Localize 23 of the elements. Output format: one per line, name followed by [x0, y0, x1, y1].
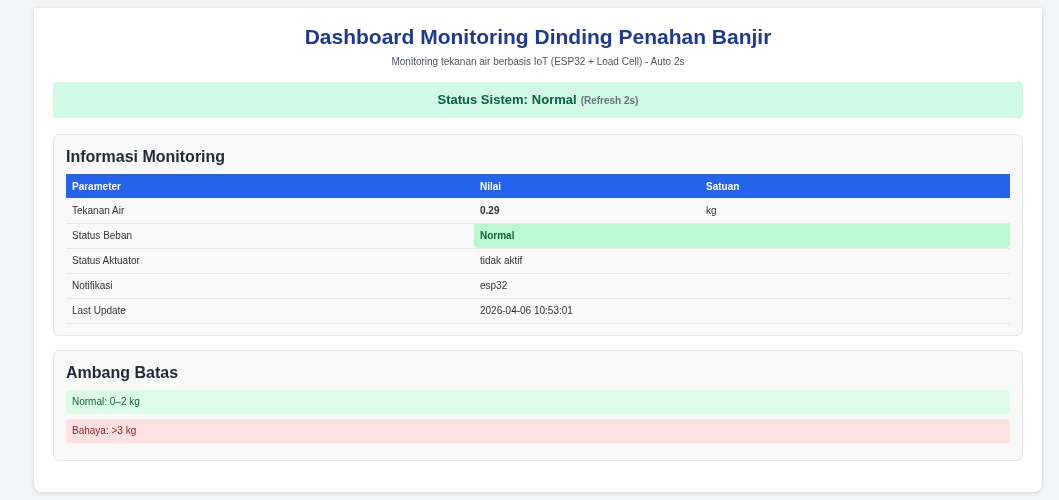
- refresh-note: (Refresh 2s): [580, 93, 639, 108]
- status-cell: Normal: [474, 223, 700, 248]
- table-cell: Status Beban: [66, 223, 474, 248]
- table-cell: kg: [700, 198, 1010, 223]
- threshold-item: Normal: 0–2 kg: [66, 389, 1010, 414]
- table-cell: Last Update: [66, 298, 474, 323]
- column-header: Satuan: [700, 174, 1010, 198]
- status-label: Status Sistem:: [437, 91, 528, 110]
- table-cell: tidak aktif: [474, 248, 700, 273]
- table-cell: esp32: [474, 273, 700, 298]
- status-value: Normal: [531, 91, 577, 110]
- table-cell: Status Aktuator: [66, 248, 474, 273]
- table-cell: 0.29: [474, 198, 700, 223]
- table-cell: 2026-04-06 10:53:01: [474, 298, 700, 323]
- page-subtitle: Monitoring tekanan air berbasis IoT (ESP32 + Load Cell) - Auto 2s: [391, 55, 685, 69]
- column-header: Parameter: [66, 174, 474, 198]
- panel-title: Ambang Batas: [66, 362, 180, 383]
- panel-title: Informasi Monitoring: [66, 147, 227, 167]
- table-cell: Notifikasi: [66, 273, 474, 298]
- threshold-item: Bahaya: >3 kg: [66, 418, 1010, 443]
- column-header: Nilai: [474, 174, 700, 198]
- page-title: Dashboard Monitoring Dinding Penahan Banjir: [304, 24, 772, 50]
- table-cell: Tekanan Air: [66, 198, 474, 223]
